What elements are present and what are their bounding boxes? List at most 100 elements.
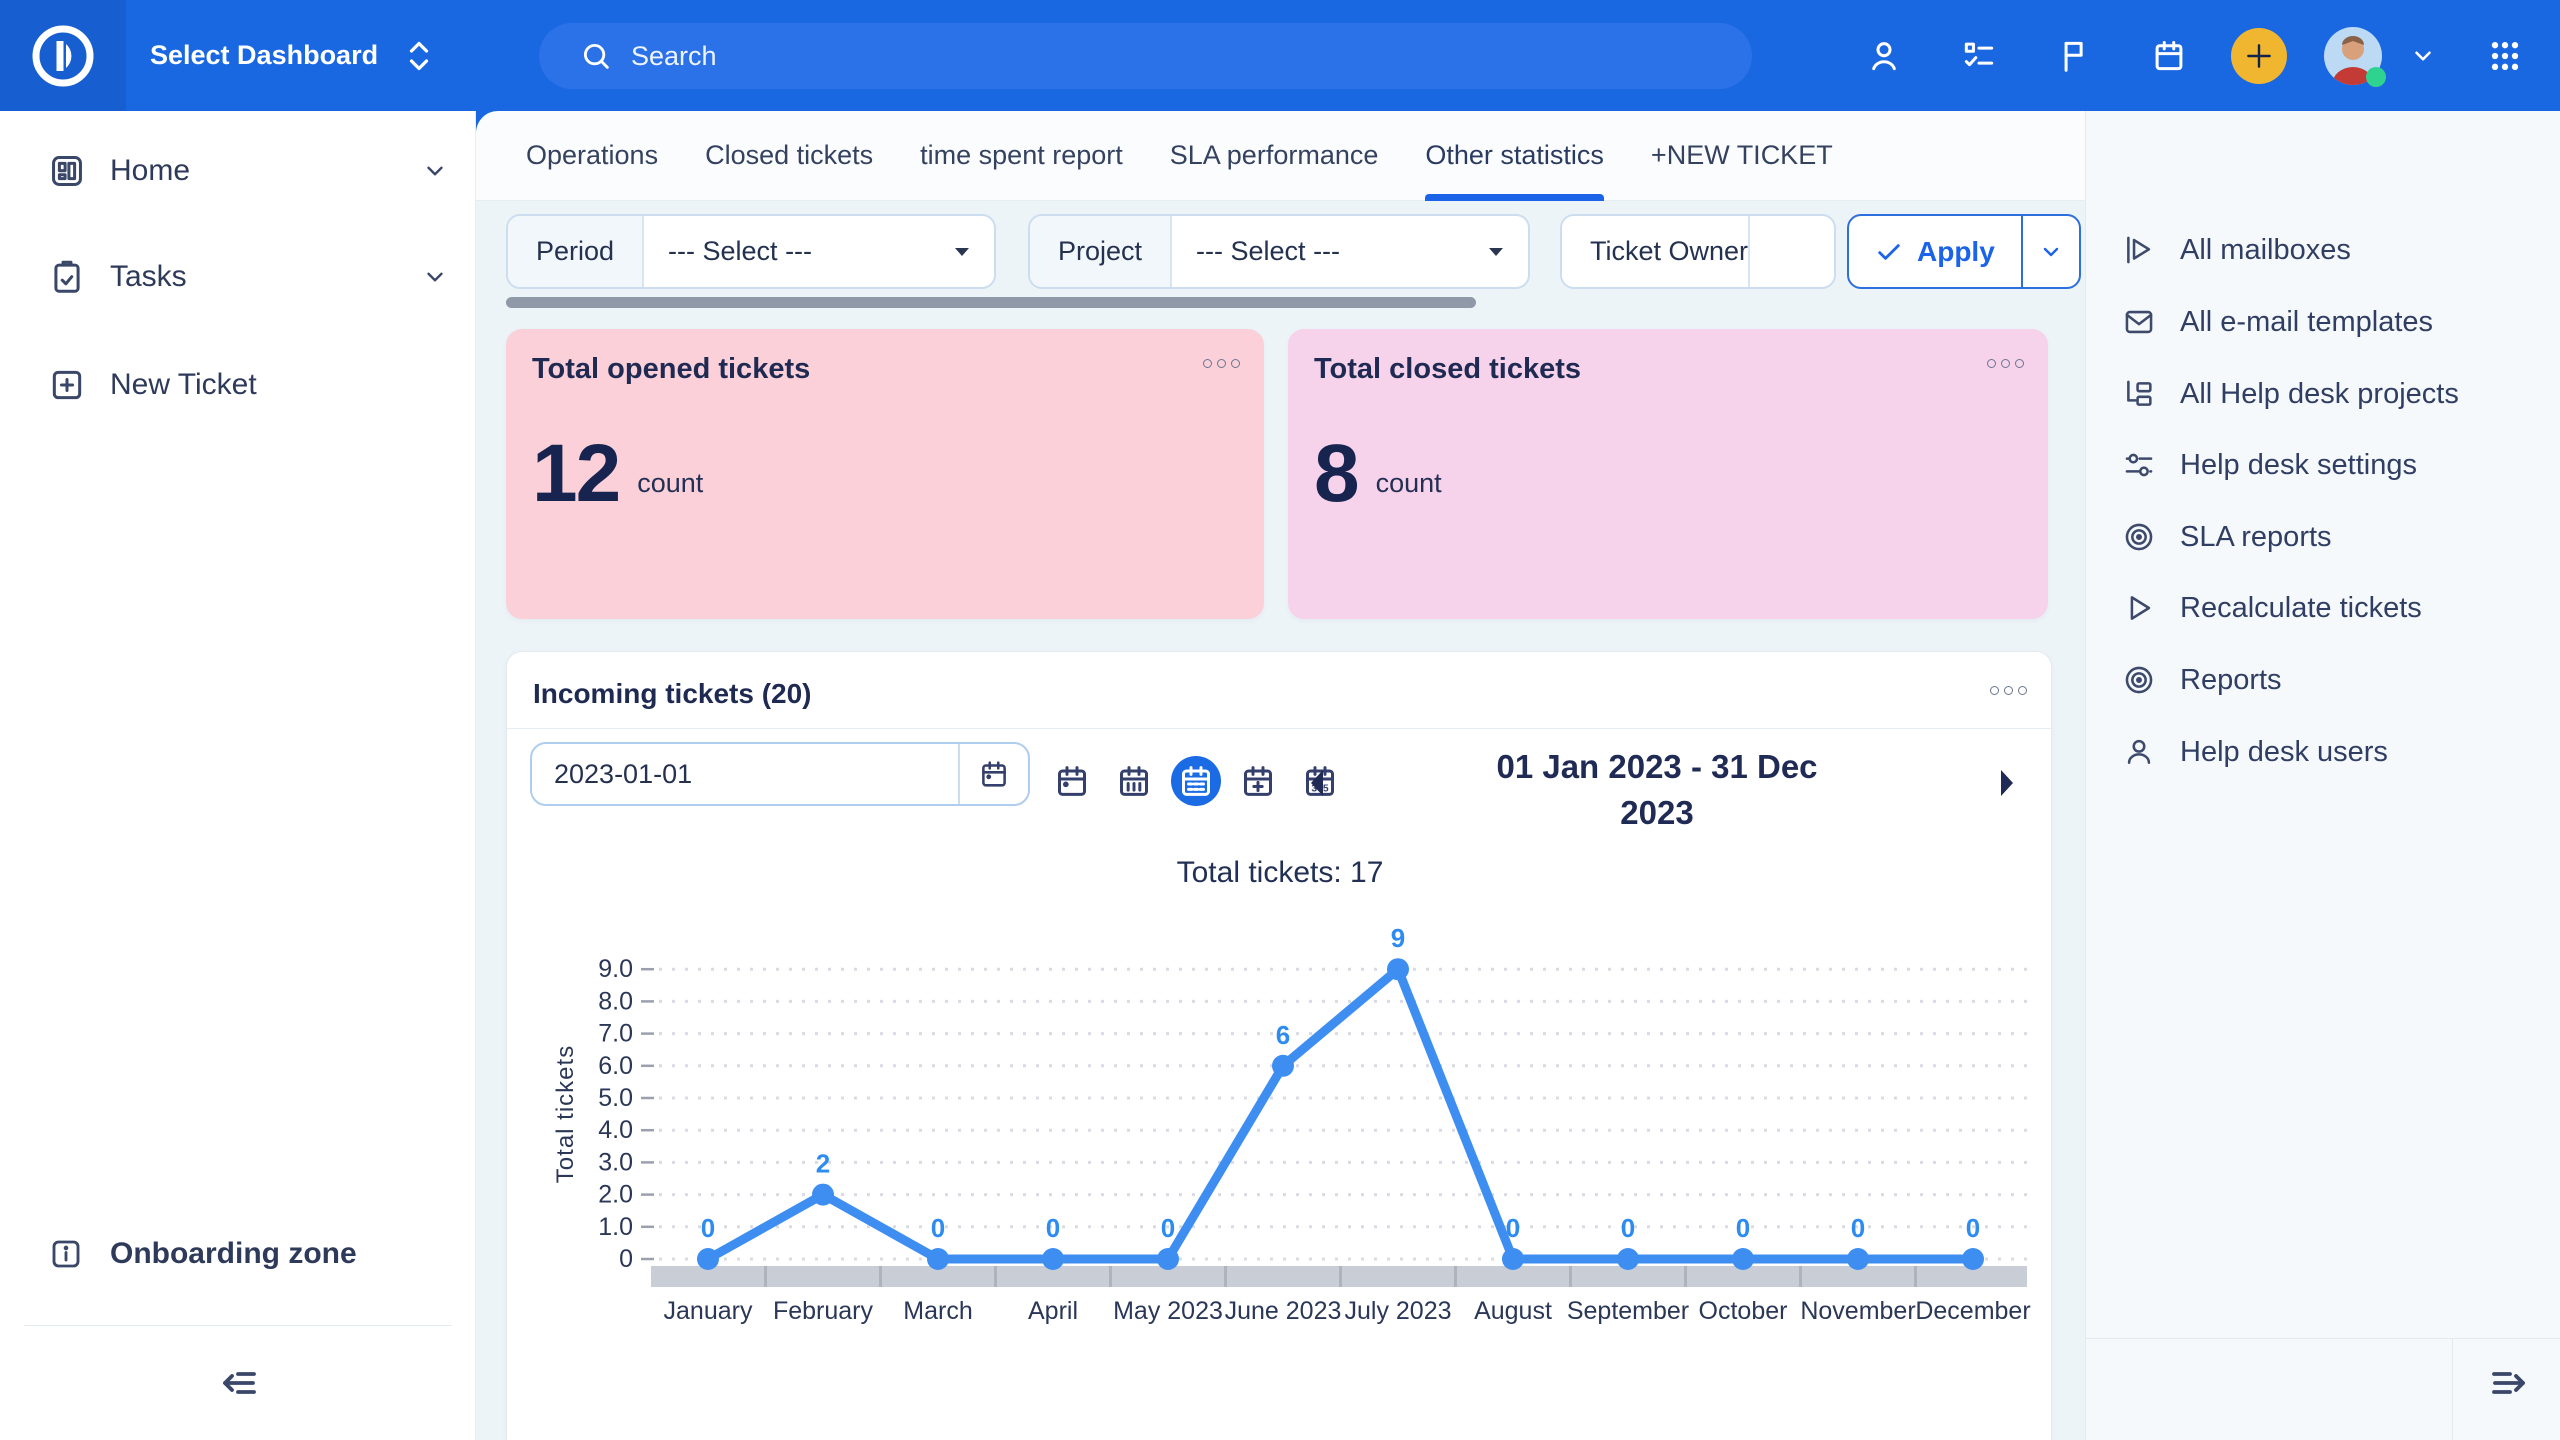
sidebar-item-reports[interactable]: Reports [2086, 649, 2560, 711]
chevron-down-icon[interactable] [422, 158, 448, 184]
profile-icon[interactable] [1836, 37, 1931, 75]
svg-text:0: 0 [1621, 1213, 1635, 1243]
svg-text:January: January [664, 1297, 753, 1325]
expand-right-arrow-icon [2484, 1359, 2532, 1407]
dashboard-selector[interactable]: Select Dashboard [150, 0, 434, 111]
svg-text:0: 0 [1161, 1213, 1175, 1243]
dropdown-arrow-icon [1488, 246, 1504, 258]
tab-sla-performance[interactable]: SLA performance [1170, 111, 1379, 201]
svg-text:4.0: 4.0 [598, 1116, 633, 1144]
ticket-owner-filter[interactable]: Ticket Owner [1560, 214, 1836, 289]
mailbox-flag-icon [2122, 233, 2160, 267]
user-icon [2122, 735, 2160, 769]
tab-closed-tickets[interactable]: Closed tickets [705, 111, 873, 201]
tasks-clipboard-icon [48, 258, 88, 296]
granularity-day-button[interactable] [1047, 756, 1097, 806]
user-avatar[interactable] [2324, 27, 2382, 85]
bullseye-icon [2122, 520, 2160, 554]
tab-new-ticket[interactable]: +NEW TICKET [1651, 111, 1833, 201]
granularity-month-button[interactable] [1171, 756, 1221, 806]
sidebar-item-new-ticket[interactable]: New Ticket [0, 349, 476, 421]
svg-text:9: 9 [1391, 923, 1405, 953]
chevron-down-icon[interactable] [422, 264, 448, 290]
sidebar-item-sla-reports[interactable]: SLA reports [2086, 506, 2560, 568]
total-tickets-label: Total tickets: 17 [507, 856, 2053, 890]
global-search[interactable] [539, 23, 1752, 89]
sidebar-item-onboarding-zone[interactable]: Onboarding zone [0, 1218, 476, 1290]
sidebar-item-label: Tasks [110, 260, 187, 294]
svg-text:3.0: 3.0 [598, 1148, 633, 1176]
svg-text:0: 0 [1506, 1213, 1520, 1243]
ticket-owner-filter-label: Ticket Owner [1562, 216, 1748, 287]
svg-text:6.0: 6.0 [598, 1052, 633, 1080]
divider [2452, 1339, 2453, 1440]
sidebar-item-helpdesk-settings[interactable]: Help desk settings [2086, 434, 2560, 496]
sidebar-item-label: Reports [2180, 664, 2282, 697]
divider [2086, 1338, 2560, 1339]
svg-text:December: December [1915, 1297, 2030, 1325]
horizontal-scrollbar[interactable] [506, 297, 1476, 308]
add-new-button[interactable] [2231, 28, 2287, 84]
envelope-icon [2122, 305, 2160, 339]
panel-menu-dots-icon[interactable] [1990, 686, 2027, 695]
project-filter[interactable]: Project --- Select --- [1028, 214, 1530, 289]
sidebar-item-home[interactable]: Home [0, 135, 476, 207]
search-icon [579, 39, 613, 73]
expand-sidebar-button[interactable] [2468, 1351, 2548, 1415]
tabs-bar: Operations Closed tickets time spent rep… [476, 111, 2085, 201]
next-range-arrow[interactable] [1997, 768, 2017, 798]
date-calendar-button[interactable] [958, 744, 1028, 804]
period-filter-value: --- Select --- [668, 236, 812, 267]
svg-text:7.0: 7.0 [598, 1020, 633, 1048]
sidebar-item-helpdesk-projects[interactable]: All Help desk projects [2086, 363, 2560, 425]
period-filter[interactable]: Period --- Select --- [506, 214, 996, 289]
svg-text:0: 0 [1736, 1213, 1750, 1243]
apply-button-label: Apply [1917, 236, 1995, 268]
collapse-left-arrow-icon [216, 1359, 264, 1407]
sidebar-item-all-mailboxes[interactable]: All mailboxes [2086, 219, 2560, 281]
svg-text:September: September [1567, 1297, 1689, 1325]
sidebar-item-tasks[interactable]: Tasks [0, 241, 476, 313]
svg-text:0: 0 [619, 1245, 633, 1273]
app-logo[interactable] [0, 0, 126, 111]
sort-chevrons-icon [404, 37, 434, 75]
date-input[interactable] [532, 759, 958, 790]
calendar-icon[interactable] [2121, 37, 2216, 75]
panel-title: Incoming tickets (20) [533, 678, 812, 710]
apply-button[interactable]: Apply [1849, 216, 2023, 287]
tab-operations[interactable]: Operations [526, 111, 658, 201]
svg-text:0: 0 [1851, 1213, 1865, 1243]
collapse-sidebar-button[interactable] [200, 1351, 280, 1415]
granularity-quarter-button[interactable] [1233, 756, 1283, 806]
apps-grid-icon[interactable] [2450, 36, 2560, 76]
sidebar-item-helpdesk-users[interactable]: Help desk users [2086, 721, 2560, 783]
svg-text:8.0: 8.0 [598, 987, 633, 1015]
info-icon [48, 1236, 88, 1272]
project-filter-value: --- Select --- [1196, 236, 1340, 267]
date-range-label: 01 Jan 2023 - 31 Dec 2023 [1457, 744, 1857, 836]
tasks-checklist-icon[interactable] [1931, 37, 2026, 75]
closed-tickets-count: 8 [1314, 427, 1358, 521]
online-status-dot [2366, 67, 2386, 87]
tab-time-spent-report[interactable]: time spent report [920, 111, 1123, 201]
card-menu-dots-icon[interactable] [1987, 359, 2024, 368]
search-input[interactable] [631, 41, 1631, 72]
sidebar-item-recalculate-tickets[interactable]: Recalculate tickets [2086, 577, 2560, 639]
tab-other-statistics[interactable]: Other statistics [1425, 111, 1604, 201]
svg-text:May 2023: May 2023 [1113, 1297, 1223, 1325]
svg-text:6: 6 [1276, 1020, 1290, 1050]
previous-range-arrow[interactable] [1307, 768, 1327, 798]
account-chevron-down-icon[interactable] [2396, 43, 2450, 69]
card-menu-dots-icon[interactable] [1203, 359, 1240, 368]
flag-icon[interactable] [2026, 37, 2121, 75]
date-picker-group [530, 742, 1030, 806]
stat-cards: Total opened tickets 12 count Total clos… [506, 329, 2052, 619]
card-total-closed-tickets: Total closed tickets 8 count [1288, 329, 2048, 619]
granularity-week-button[interactable] [1109, 756, 1159, 806]
divider [507, 728, 2051, 729]
apply-options-chevron[interactable] [2023, 216, 2079, 287]
bullseye-icon [2122, 663, 2160, 697]
sidebar-item-email-templates[interactable]: All e-mail templates [2086, 291, 2560, 353]
svg-text:9.0: 9.0 [598, 955, 633, 983]
check-icon [1875, 238, 1903, 266]
